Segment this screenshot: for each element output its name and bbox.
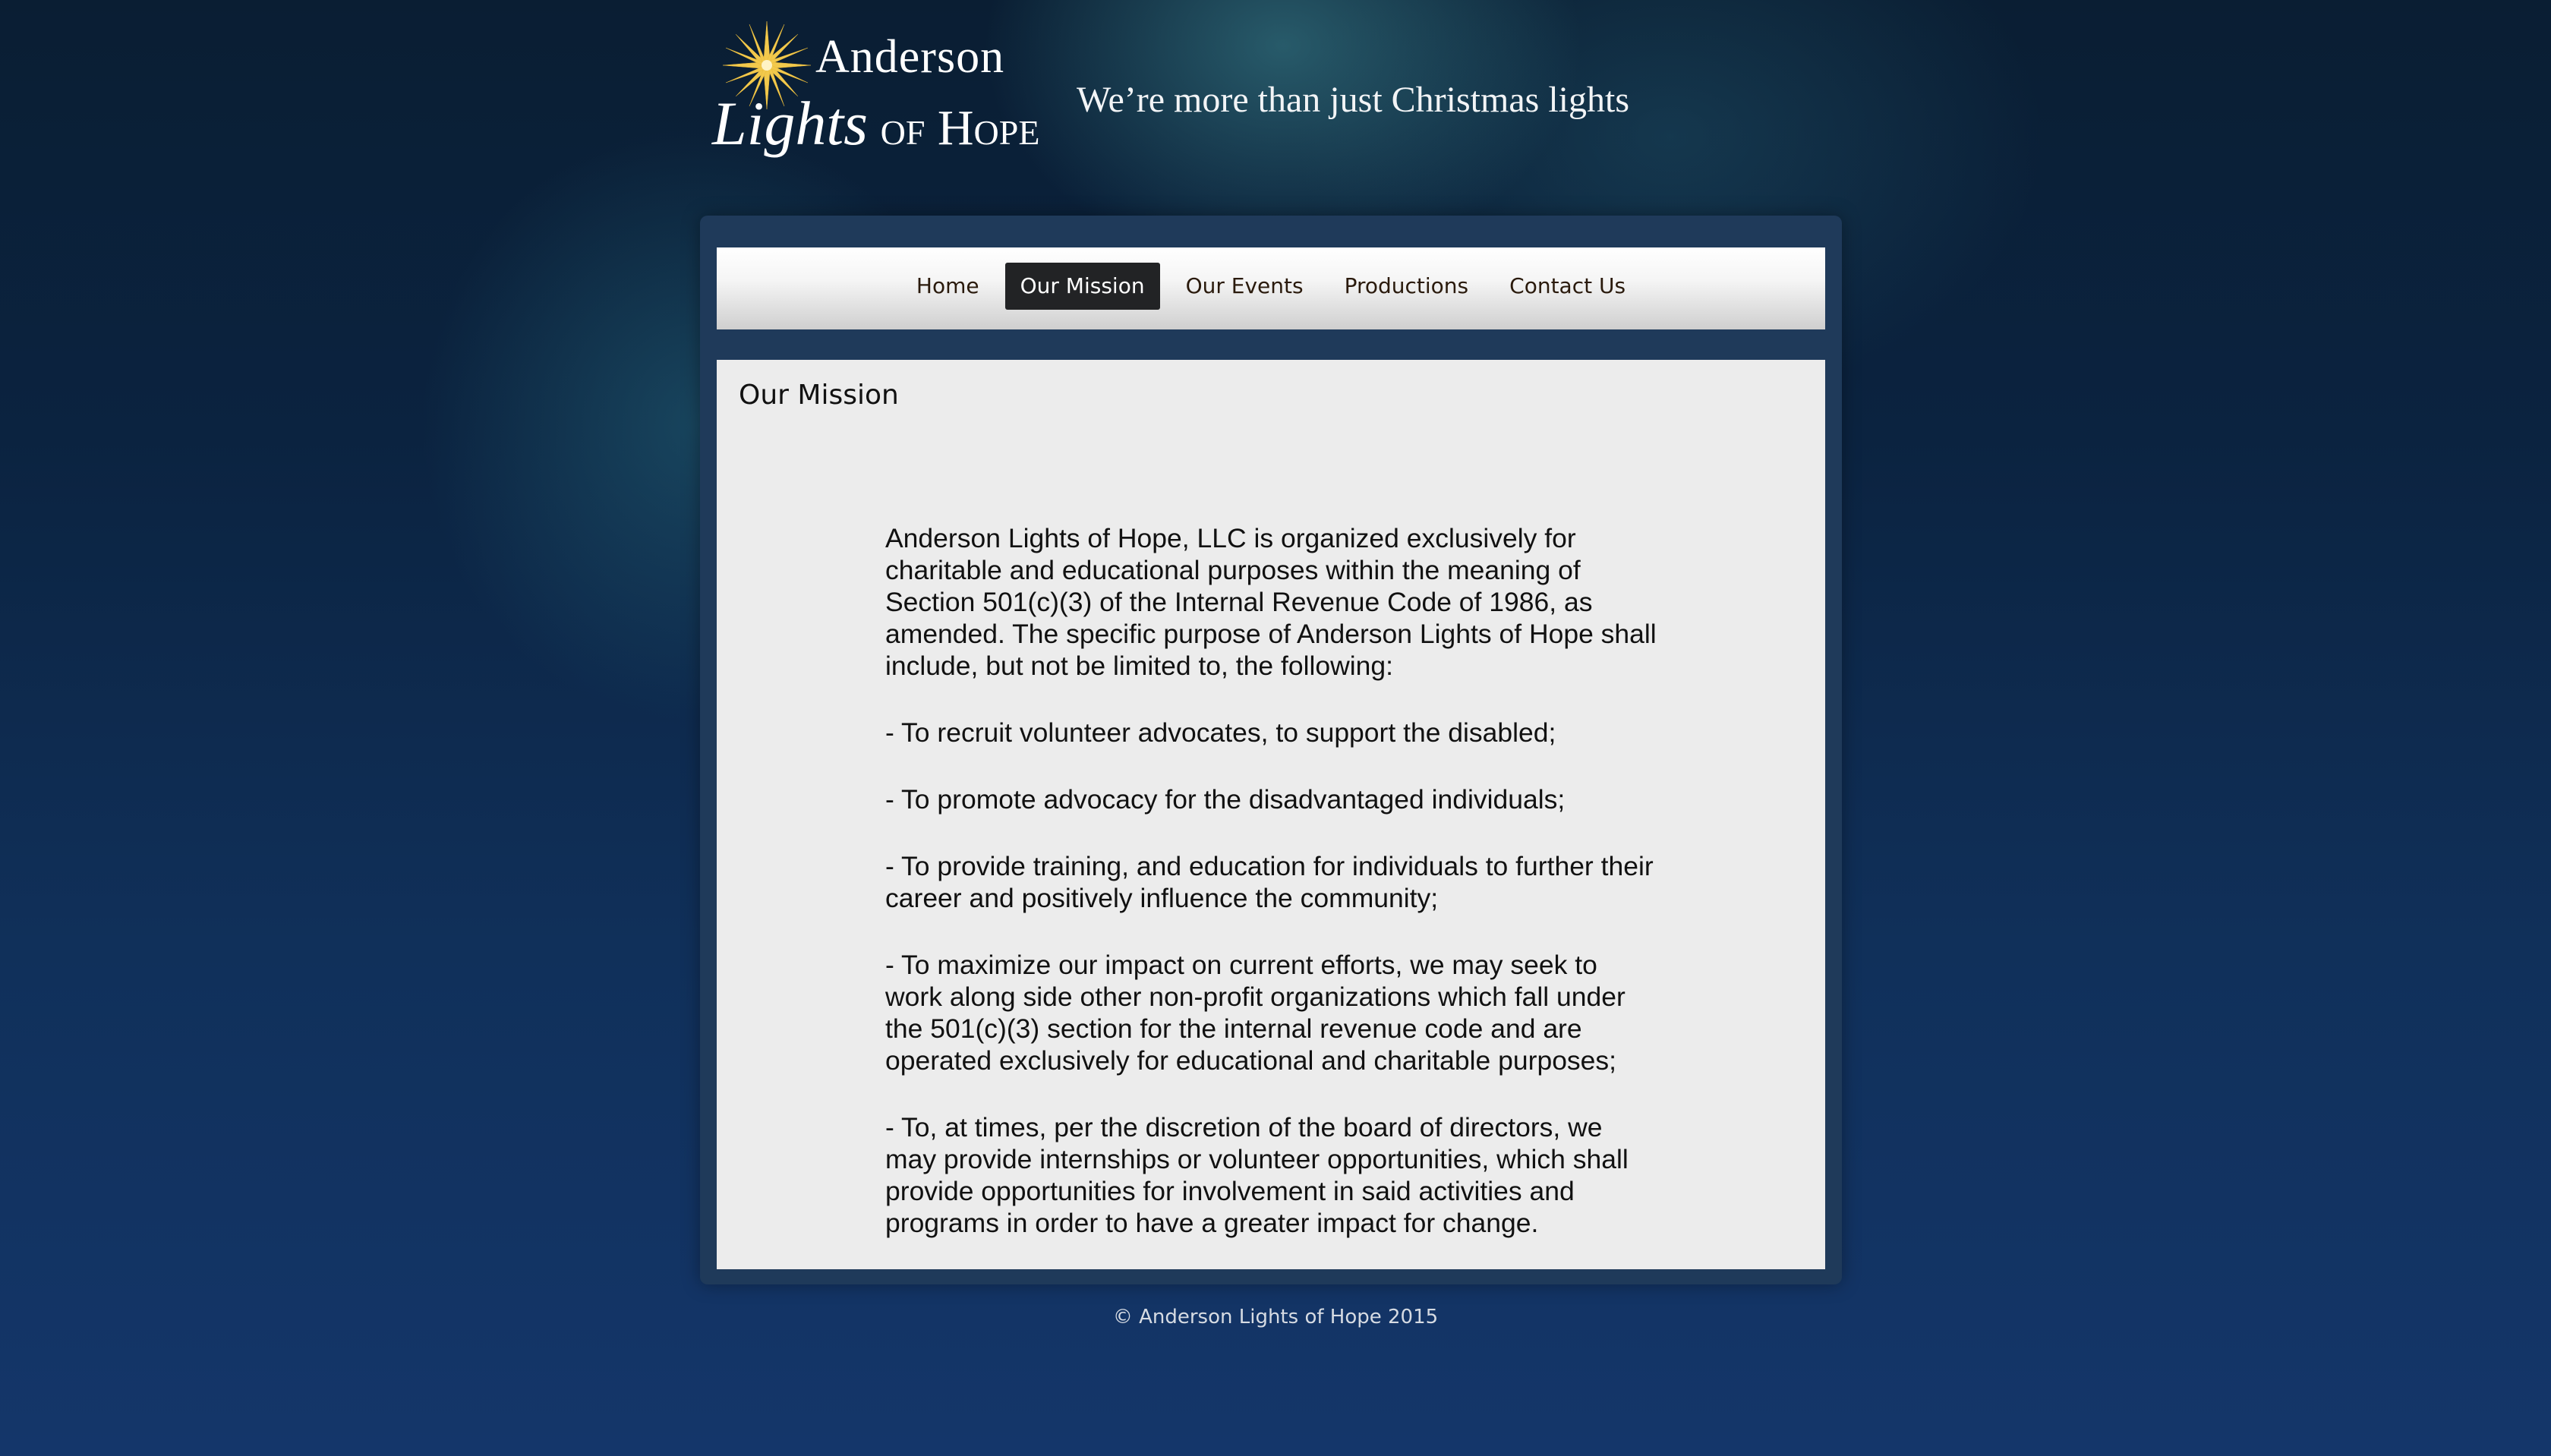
nav-item-contact-us[interactable]: Contact Us [1494,263,1641,310]
main-frame: Home Our Mission Our Events Productions … [700,216,1842,1284]
mission-item: - To, at times, per the discretion of th… [885,1112,1629,1238]
mission-item: - To maximize our impact on current effo… [885,950,1626,1076]
logo-text-lights: Lights [712,89,869,158]
footer-copyright: © Anderson Lights of Hope 2015 [1112,1306,1439,1328]
nav-item-home[interactable]: Home [901,263,995,310]
mission-item: - To recruit volunteer advocates, to sup… [885,717,1556,748]
logo-text-anderson: Anderson [815,31,1005,83]
nav-item-our-mission[interactable]: Our Mission [1004,263,1160,310]
mission-text: Anderson Lights of Hope, LLC is organize… [885,522,1660,1274]
mission-intro-paragraph: Anderson Lights of Hope, LLC is organize… [885,523,1657,681]
mission-item: - To provide training, and education for… [885,851,1654,913]
mission-item: - To promote advocacy for the disadvanta… [885,784,1566,815]
page-title: Our Mission [739,380,899,411]
logo-text-lights-of-hope: Lights of Hope [712,84,1039,165]
nav-item-productions[interactable]: Productions [1329,263,1484,310]
main-nav: Home Our Mission Our Events Productions … [717,247,1825,329]
nav-item-our-events[interactable]: Our Events [1171,263,1319,310]
site-logo[interactable]: Anderson Lights of Hope [712,20,1039,169]
site-tagline: We’re more than just Christmas lights [1077,80,1630,120]
nav-list: Home Our Mission Our Events Productions … [901,263,1641,310]
content-panel: Our Mission Anderson Lights of Hope, LLC… [717,360,1825,1269]
logo-text-of-hope: of Hope [880,100,1040,156]
